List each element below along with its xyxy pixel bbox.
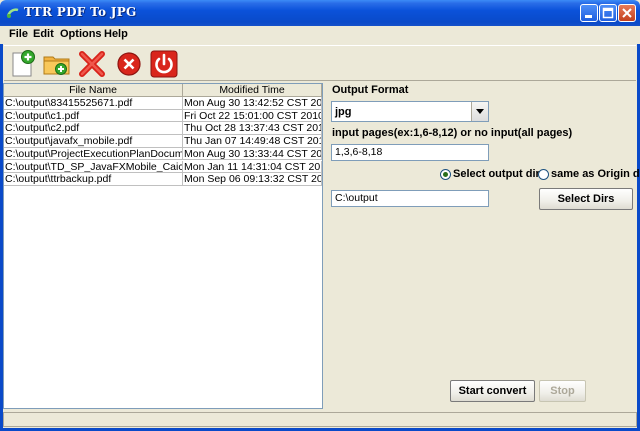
menu-bar: File Edit Options Help — [0, 26, 640, 44]
cell-file-name: C:\output\c1.pdf — [4, 109, 183, 123]
dropdown-button[interactable] — [471, 102, 488, 121]
cell-modified-time: Thu Jan 07 14:49:48 CST 2010 — [183, 135, 322, 148]
toolbar — [4, 45, 636, 81]
exit-button[interactable] — [148, 48, 180, 80]
column-header-file-name[interactable]: File Name — [4, 84, 183, 97]
cell-file-name: C:\output\ttrbackup.pdf — [4, 173, 183, 186]
table-row[interactable]: C:\output\83415525671.pdf Mon Aug 30 13:4… — [4, 97, 322, 110]
cell-modified-time: Mon Aug 30 13:33:44 CST 2010 — [183, 147, 322, 161]
window-title: TTR PDF To JPG — [24, 5, 137, 19]
output-dir-radio-group: Select output dirs same as Origin dir — [440, 168, 640, 182]
delete-icon — [79, 51, 105, 77]
cell-modified-time: Mon Jan 11 14:31:04 CST 2010 — [183, 160, 322, 174]
cell-file-name: C:\output\c2.pdf — [4, 122, 183, 136]
clear-icon — [117, 52, 141, 76]
add-folder-button[interactable] — [41, 48, 73, 80]
clear-button[interactable] — [113, 48, 145, 80]
maximize-button[interactable] — [599, 4, 617, 22]
menu-edit[interactable]: Edit — [33, 28, 54, 40]
cell-file-name: C:\output\ProjectExecutionPlanDocume... — [4, 147, 183, 161]
select-dirs-button[interactable]: Select Dirs — [539, 188, 633, 210]
cell-file-name: C:\output\83415525671.pdf — [4, 97, 183, 110]
add-file-button[interactable] — [6, 48, 38, 80]
table-row[interactable]: C:\output\ttrbackup.pdf Mon Sep 06 09:13:… — [4, 173, 322, 186]
file-table[interactable]: File Name Modified Time C:\output\834155… — [3, 83, 323, 409]
menu-options[interactable]: Options — [60, 28, 102, 40]
input-pages-label: input pages(ex:1,6-8,12) or no input(all… — [332, 127, 573, 139]
table-row[interactable]: C:\output\c2.pdf Thu Oct 28 13:37:43 CST … — [4, 122, 322, 136]
menu-file[interactable]: File — [9, 28, 28, 40]
output-format-label: Output Format — [332, 84, 409, 96]
cell-file-name: C:\output\javafx_mobile.pdf — [4, 135, 183, 148]
input-pages-field[interactable]: 1,3,6-8,18 — [331, 144, 489, 161]
radio-select-output-dirs[interactable] — [440, 169, 451, 180]
cell-modified-time: Mon Sep 06 09:13:32 CST 2010 — [183, 173, 322, 186]
close-button[interactable] — [618, 4, 636, 22]
minimize-button[interactable] — [580, 4, 598, 22]
column-header-modified-time[interactable]: Modified Time — [183, 84, 322, 97]
output-format-select[interactable]: jpg — [331, 101, 489, 122]
status-bar — [3, 412, 637, 427]
start-convert-button[interactable]: Start convert — [450, 380, 535, 402]
chevron-down-icon — [476, 109, 484, 114]
radio-same-as-origin[interactable] — [538, 169, 549, 180]
add-folder-icon — [43, 56, 70, 75]
close-icon — [622, 8, 632, 18]
power-icon — [150, 50, 178, 78]
stop-button[interactable]: Stop — [539, 380, 586, 402]
app-icon — [6, 8, 19, 18]
table-row[interactable]: C:\output\ProjectExecutionPlanDocume... M… — [4, 147, 322, 161]
cell-file-name: C:\output\TD_SP_JavaFXMobile_Caice... — [4, 160, 183, 174]
cell-modified-time: Mon Aug 30 13:42:52 CST 2010 — [183, 97, 322, 110]
cell-modified-time: Thu Oct 28 13:37:43 CST 2010 — [183, 122, 322, 136]
radio-select-output-dirs-label[interactable]: Select output dirs — [453, 168, 546, 180]
table-row[interactable]: C:\output\javafx_mobile.pdf Thu Jan 07 14… — [4, 135, 322, 148]
radio-same-as-origin-label[interactable]: same as Origin dir — [551, 168, 640, 180]
delete-button[interactable] — [76, 48, 108, 80]
output-format-value: jpg — [335, 106, 352, 118]
menu-help[interactable]: Help — [104, 28, 128, 40]
table-row[interactable]: C:\output\TD_SP_JavaFXMobile_Caice... Mon… — [4, 160, 322, 174]
title-bar[interactable]: TTR PDF To JPG — [0, 0, 640, 26]
maximize-icon — [602, 7, 614, 19]
add-file-icon — [12, 50, 35, 77]
table-header: File Name Modified Time — [4, 84, 322, 97]
output-dir-field[interactable]: C:\output — [331, 190, 489, 207]
cell-modified-time: Fri Oct 22 15:01:00 CST 2010 — [183, 109, 322, 123]
table-row[interactable]: C:\output\c1.pdf Fri Oct 22 15:01:00 CST … — [4, 109, 322, 123]
minimize-icon — [585, 15, 592, 18]
